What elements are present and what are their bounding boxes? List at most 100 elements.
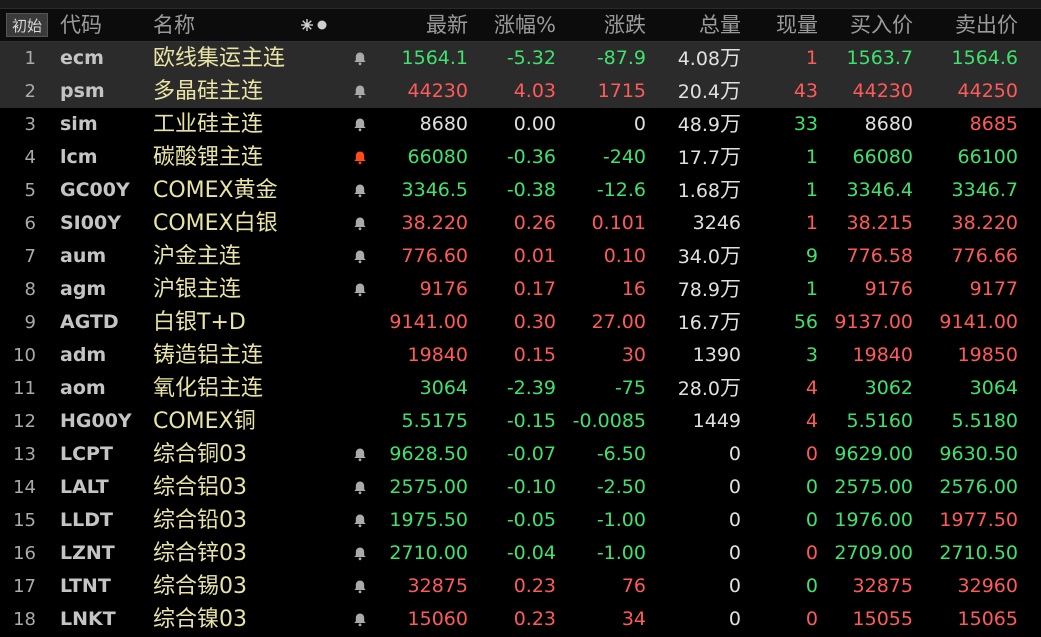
table-row[interactable]: 11 aom 氧化铝主连 3064 -2.39 -75 28.0万 4 3062 3064 bbox=[0, 372, 1041, 405]
bell-icon[interactable] bbox=[350, 504, 370, 537]
change-amount: -240 bbox=[602, 146, 646, 168]
last-price: 9176 bbox=[419, 278, 468, 300]
header-last[interactable]: 最新 bbox=[426, 9, 468, 41]
header-volume[interactable]: 总量 bbox=[699, 9, 741, 41]
contract-name[interactable]: 沪银主连 bbox=[153, 273, 241, 306]
bell-icon[interactable] bbox=[350, 603, 370, 636]
header-ask[interactable]: 卖出价 bbox=[955, 9, 1018, 41]
reset-columns-button[interactable]: 初始 bbox=[6, 13, 48, 37]
last-price: 38.220 bbox=[401, 212, 468, 234]
ask-price: 19850 bbox=[957, 344, 1018, 366]
bell-icon[interactable] bbox=[350, 207, 370, 240]
bell-icon[interactable] bbox=[350, 75, 370, 108]
contract-name[interactable]: 综合铝03 bbox=[153, 471, 247, 504]
bell-icon[interactable] bbox=[350, 471, 370, 504]
table-row[interactable]: 7 aum 沪金主连 776.60 0.01 0.10 34.0万 9 776.58 776.66 bbox=[0, 240, 1041, 273]
total-volume: 1390 bbox=[693, 339, 741, 372]
header-current-volume[interactable]: 现量 bbox=[776, 9, 818, 41]
alert-active-bell-icon[interactable] bbox=[350, 141, 370, 174]
contract-name[interactable]: 综合铜03 bbox=[153, 438, 247, 471]
table-row[interactable]: 9 AGTD 白银T+D 9141.00 0.30 27.00 16.7万 56 9137.00… bbox=[0, 306, 1041, 339]
contract-name[interactable]: COMEX白银 bbox=[153, 207, 278, 240]
contract-code[interactable]: adm bbox=[60, 339, 106, 372]
contract-code[interactable]: LNKT bbox=[60, 603, 116, 636]
header-code[interactable]: 代码 bbox=[60, 9, 102, 41]
bell-icon[interactable] bbox=[350, 240, 370, 273]
contract-code[interactable]: LALT bbox=[60, 471, 109, 504]
contract-code[interactable]: LZNT bbox=[60, 537, 115, 570]
contract-code[interactable]: lcm bbox=[60, 141, 98, 174]
total-volume-value: 20.4 bbox=[677, 81, 720, 103]
bell-icon[interactable] bbox=[350, 438, 370, 471]
contract-name[interactable]: 综合铅03 bbox=[153, 504, 247, 537]
contract-name[interactable]: 沪金主连 bbox=[153, 240, 241, 273]
table-row[interactable]: 18 LNKT 综合镍03 15060 0.23 34 0 0 15055 15065 bbox=[0, 603, 1041, 636]
table-row[interactable]: 2 psm 多晶硅主连 44230 4.03 1715 20.4万 43 44230 44250 bbox=[0, 75, 1041, 108]
contract-code[interactable]: GC00Y bbox=[60, 174, 130, 207]
total-volume-value: 1.68 bbox=[677, 180, 720, 202]
bell-icon[interactable] bbox=[350, 570, 370, 603]
table-row[interactable]: 17 LTNT 综合锡03 32875 0.23 76 0 0 32875 32960 bbox=[0, 570, 1041, 603]
header-pct[interactable]: 涨幅% bbox=[494, 9, 556, 41]
contract-name[interactable]: COMEX黄金 bbox=[153, 174, 278, 207]
top-tab-strip bbox=[0, 0, 1041, 9]
total-volume-value: 17.7 bbox=[677, 147, 720, 169]
contract-name[interactable]: 工业硅主连 bbox=[153, 108, 263, 141]
current-volume: 4 bbox=[805, 377, 818, 399]
contract-name[interactable]: 碳酸锂主连 bbox=[153, 141, 263, 174]
table-row[interactable]: 10 adm 铸造铝主连 19840 0.15 30 1390 3 19840 19850 bbox=[0, 339, 1041, 372]
contract-code[interactable]: LLDT bbox=[60, 504, 113, 537]
contract-code[interactable]: aum bbox=[60, 240, 106, 273]
row-index: 11 bbox=[13, 378, 36, 399]
contract-code[interactable]: psm bbox=[60, 75, 105, 108]
current-volume: 56 bbox=[793, 311, 818, 333]
table-row[interactable]: 15 LLDT 综合铅03 1975.50 -0.05 -1.00 0 0 1976.00 197… bbox=[0, 504, 1041, 537]
row-index: 18 bbox=[13, 609, 36, 630]
bid-price: 5.5160 bbox=[846, 410, 913, 432]
bid-price: 38.215 bbox=[846, 212, 913, 234]
contract-code[interactable]: LCPT bbox=[60, 438, 113, 471]
contract-name[interactable]: COMEX铜 bbox=[153, 405, 256, 438]
star-dot-settings-icon[interactable] bbox=[298, 9, 338, 41]
contract-name[interactable]: 氧化铝主连 bbox=[153, 372, 263, 405]
bell-icon[interactable] bbox=[350, 108, 370, 141]
bell-icon[interactable] bbox=[350, 273, 370, 306]
total-volume: 4.08万 bbox=[678, 42, 741, 75]
header-name[interactable]: 名称 bbox=[153, 9, 195, 41]
header-change[interactable]: 涨跌 bbox=[604, 9, 646, 41]
contract-code[interactable]: aom bbox=[60, 372, 106, 405]
contract-name[interactable]: 综合锌03 bbox=[153, 537, 247, 570]
contract-code[interactable]: sim bbox=[60, 108, 98, 141]
row-index: 1 bbox=[24, 48, 36, 69]
bell-icon[interactable] bbox=[350, 42, 370, 75]
contract-code[interactable]: HG00Y bbox=[60, 405, 132, 438]
contract-code[interactable]: LTNT bbox=[60, 570, 111, 603]
row-index: 17 bbox=[13, 576, 36, 597]
ask-price: 2576.00 bbox=[939, 476, 1018, 498]
contract-name[interactable]: 综合镍03 bbox=[153, 603, 247, 636]
table-row[interactable]: 8 agm 沪银主连 9176 0.17 16 78.9万 1 9176 9177 bbox=[0, 273, 1041, 306]
contract-code[interactable]: ecm bbox=[60, 42, 104, 75]
table-row[interactable]: 4 lcm 碳酸锂主连 66080 -0.36 -240 17.7万 1 66080 66100 bbox=[0, 141, 1041, 174]
table-row[interactable]: 3 sim 工业硅主连 8680 0.00 0 48.9万 33 8680 8685 bbox=[0, 108, 1041, 141]
bell-icon[interactable] bbox=[350, 174, 370, 207]
table-row[interactable]: 14 LALT 综合铝03 2575.00 -0.10 -2.50 0 0 2575.00 257… bbox=[0, 471, 1041, 504]
table-row[interactable]: 12 HG00Y COMEX铜 5.5175 -0.15 -0.0085 1449 4 5.51… bbox=[0, 405, 1041, 438]
table-row[interactable]: 1 ecm 欧线集运主连 1564.1 -5.32 -87.9 4.08万 1 1563.7 15… bbox=[0, 42, 1041, 75]
contract-code[interactable]: agm bbox=[60, 273, 106, 306]
header-bid[interactable]: 买入价 bbox=[850, 9, 913, 41]
contract-code[interactable]: SI00Y bbox=[60, 207, 121, 240]
bid-price: 9137.00 bbox=[834, 311, 913, 333]
contract-name[interactable]: 白银T+D bbox=[153, 306, 246, 339]
contract-code[interactable]: AGTD bbox=[60, 306, 119, 339]
contract-name[interactable]: 欧线集运主连 bbox=[153, 42, 285, 75]
table-row[interactable]: 6 SI00Y COMEX白银 38.220 0.26 0.101 3246 1 38.215 3… bbox=[0, 207, 1041, 240]
ask-price: 38.220 bbox=[951, 212, 1018, 234]
contract-name[interactable]: 多晶硅主连 bbox=[153, 75, 263, 108]
table-row[interactable]: 16 LZNT 综合锌03 2710.00 -0.04 -1.00 0 0 2709.00 271… bbox=[0, 537, 1041, 570]
bell-icon[interactable] bbox=[350, 537, 370, 570]
contract-name[interactable]: 铸造铝主连 bbox=[153, 339, 263, 372]
contract-name[interactable]: 综合锡03 bbox=[153, 570, 247, 603]
table-row[interactable]: 13 LCPT 综合铜03 9628.50 -0.07 -6.50 0 0 9629.00 963… bbox=[0, 438, 1041, 471]
table-row[interactable]: 5 GC00Y COMEX黄金 3346.5 -0.38 -12.6 1.68万 1 3346.… bbox=[0, 174, 1041, 207]
